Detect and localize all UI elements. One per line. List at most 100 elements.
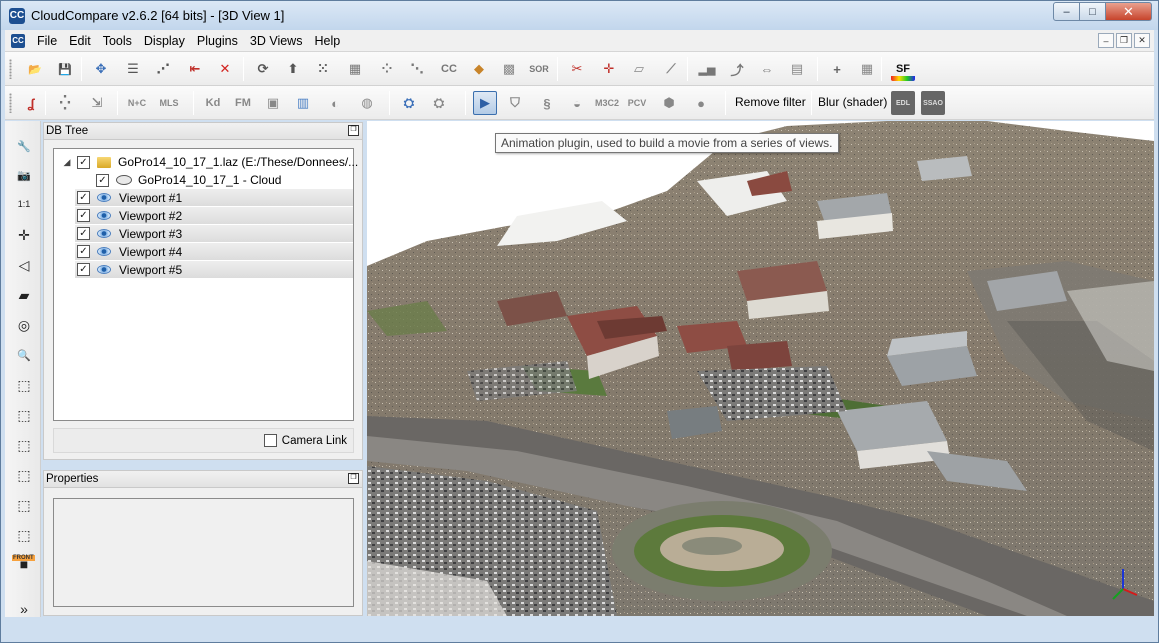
sphere-icon[interactable]: ◐: [323, 91, 347, 115]
visibility-checkbox[interactable]: ✓: [77, 227, 90, 240]
mdi-window-icon[interactable]: CC: [11, 33, 25, 48]
canupo-create-icon[interactable]: ⛭: [397, 91, 421, 115]
view-top-icon[interactable]: ⬚: [13, 374, 35, 396]
trash-icon[interactable]: ▤: [785, 57, 809, 81]
menu-display[interactable]: Display: [138, 31, 191, 51]
sor-icon[interactable]: SOR: [527, 57, 551, 81]
graph-icon[interactable]: ⋰: [151, 57, 175, 81]
m3c2-icon[interactable]: M3C2: [595, 91, 619, 115]
shield-icon[interactable]: ⛉: [503, 91, 527, 115]
translate-icon[interactable]: ✛: [597, 57, 621, 81]
fm-icon[interactable]: FM: [231, 91, 255, 115]
list-icon[interactable]: ☰: [121, 57, 145, 81]
menu-edit[interactable]: Edit: [63, 31, 97, 51]
expand-arrow-icon[interactable]: ◢: [62, 157, 72, 168]
tree-row-viewport[interactable]: ✓ Viewport #1: [75, 189, 353, 207]
camera-icon[interactable]: 📷: [13, 164, 35, 186]
pivot-icon[interactable]: ◁: [13, 254, 35, 276]
camera-link-checkbox[interactable]: [263, 434, 277, 447]
export-icon[interactable]: ⇲: [85, 91, 109, 115]
minimize-button[interactable]: –: [1053, 2, 1080, 21]
point-cloud-render[interactable]: [367, 121, 1154, 616]
nc-icon[interactable]: N+C: [125, 91, 149, 115]
properties-view[interactable]: [53, 498, 354, 607]
float-panel-icon[interactable]: ❐: [348, 125, 359, 136]
mdi-restore-button[interactable]: ❐: [1116, 33, 1132, 48]
density-icon[interactable]: ▦: [343, 57, 367, 81]
subsample-icon[interactable]: ⁙: [311, 57, 335, 81]
visibility-checkbox[interactable]: ✓: [77, 245, 90, 258]
menu-file[interactable]: File: [31, 31, 63, 51]
view-left-icon[interactable]: ⬚: [13, 434, 35, 456]
magnifier-icon[interactable]: 🔍: [13, 344, 35, 366]
perspective-icon[interactable]: ▰: [13, 284, 35, 306]
tree-row-viewport[interactable]: ✓ Viewport #5: [75, 261, 353, 279]
menu-3d-views[interactable]: 3D Views: [244, 31, 309, 51]
cloud-sample-icon[interactable]: ⁛: [53, 91, 77, 115]
menu-help[interactable]: Help: [308, 31, 346, 51]
camera-link-toggle[interactable]: Camera Link: [263, 434, 347, 447]
swirl-icon[interactable]: §: [535, 91, 559, 115]
float-panel-icon[interactable]: ❐: [348, 473, 359, 484]
zoom-1to1-icon[interactable]: 1:1: [13, 193, 35, 215]
checker-icon[interactable]: ▩: [497, 57, 521, 81]
curve-icon[interactable]: ⤴: [725, 57, 749, 81]
clone-icon[interactable]: ✥: [89, 57, 113, 81]
tree-row-cloud[interactable]: ✓ GoPro14_10_17_1 - Cloud: [96, 171, 281, 189]
delete-icon[interactable]: ✕: [213, 57, 237, 81]
sample-icon[interactable]: ⟳: [251, 57, 275, 81]
minmax-icon[interactable]: ⇔: [755, 57, 779, 81]
plane-icon[interactable]: ▱: [627, 57, 651, 81]
noise-icon[interactable]: ⁘: [375, 57, 399, 81]
tree-row-viewport[interactable]: ✓ Viewport #4: [75, 243, 353, 261]
roughness-icon[interactable]: ⋱: [405, 57, 429, 81]
csv-icon[interactable]: ▥: [291, 91, 315, 115]
canupo-classify-icon[interactable]: ⛭: [427, 91, 451, 115]
ssao-icon[interactable]: SSAO: [921, 91, 945, 115]
bag-icon[interactable]: ◆: [467, 57, 491, 81]
view-front-icon[interactable]: ⬚: [13, 404, 35, 426]
remove-filter-button[interactable]: Remove filter: [735, 95, 806, 109]
blur-shader-button[interactable]: Blur (shader): [818, 95, 887, 109]
add-icon[interactable]: +: [825, 57, 849, 81]
measure-icon[interactable]: ⟋: [659, 57, 683, 81]
globe-icon[interactable]: ◍: [355, 91, 379, 115]
mls-icon[interactable]: MLS: [157, 91, 181, 115]
toolbar-grip[interactable]: [9, 59, 12, 79]
srf-icon[interactable]: ▣: [261, 91, 285, 115]
mdi-close-button[interactable]: ✕: [1134, 33, 1150, 48]
toolbar-grip[interactable]: [9, 93, 12, 113]
cc-icon[interactable]: CC: [437, 57, 461, 81]
crosshair-icon[interactable]: ✛: [13, 224, 35, 246]
mdi-minimize-button[interactable]: –: [1098, 33, 1114, 48]
db-tree-view[interactable]: ◢ ✓ GoPro14_10_17_1.laz (E:/These/Donnee…: [53, 148, 358, 421]
tree-row-file[interactable]: ◢ ✓ GoPro14_10_17_1.laz (E:/These/Donnee…: [62, 153, 359, 171]
visibility-checkbox[interactable]: ✓: [77, 155, 90, 169]
pcv-icon[interactable]: PCV: [625, 91, 649, 115]
kd-icon[interactable]: Kd: [201, 91, 225, 115]
view-bottom-icon[interactable]: ⬚: [13, 524, 35, 546]
close-button[interactable]: ✕: [1106, 2, 1152, 21]
calculator-icon[interactable]: ▦: [855, 57, 879, 81]
view-right-icon[interactable]: ⬚: [13, 494, 35, 516]
visibility-checkbox[interactable]: ✓: [96, 173, 109, 187]
hexagon-icon[interactable]: ⬢: [657, 91, 681, 115]
visibility-checkbox[interactable]: ✓: [77, 263, 90, 276]
hpr-icon[interactable]: ◒: [565, 91, 589, 115]
scissors-icon[interactable]: ✂: [565, 57, 589, 81]
3d-view[interactable]: [367, 121, 1154, 616]
open-icon[interactable]: 📂: [23, 57, 47, 81]
menu-plugins[interactable]: Plugins: [191, 31, 244, 51]
tree-row-viewport[interactable]: ✓ Viewport #3: [75, 225, 353, 243]
histogram-icon[interactable]: ▂▅: [695, 57, 719, 81]
view-back-icon[interactable]: ⬚: [13, 464, 35, 486]
menu-tools[interactable]: Tools: [97, 31, 138, 51]
maximize-button[interactable]: □: [1080, 2, 1106, 21]
light-icon[interactable]: ◎: [13, 314, 35, 336]
segment-icon[interactable]: ʆ: [19, 91, 43, 115]
rod-icon[interactable]: ●: [689, 91, 713, 115]
edl-icon[interactable]: EDL: [891, 91, 915, 115]
visibility-checkbox[interactable]: ✓: [77, 209, 90, 222]
sf-icon[interactable]: SF: [891, 57, 915, 81]
wrench-icon[interactable]: 🔧: [13, 135, 35, 157]
